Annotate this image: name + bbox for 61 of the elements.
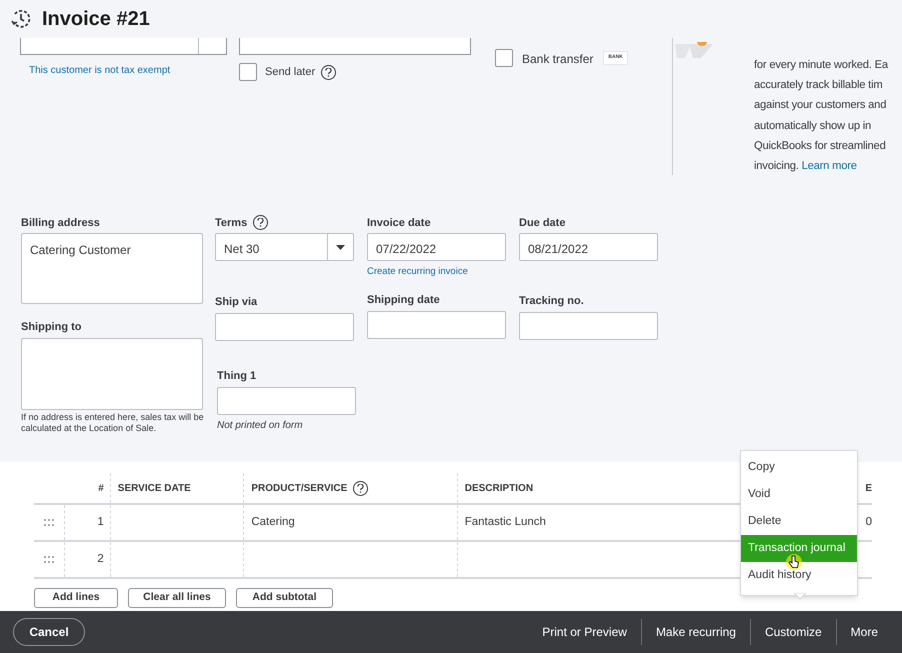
table-cell: Catering: [243, 505, 457, 540]
create-recurring-link[interactable]: Create recurring invoice: [367, 265, 468, 280]
field-label: Terms: [215, 216, 248, 229]
drag-handle-icon[interactable]: [44, 519, 54, 526]
field-label: Ship via: [215, 295, 258, 308]
tax-note: This customer is not tax exempt: [29, 64, 172, 78]
checkbox[interactable]: [495, 49, 513, 67]
menu-item[interactable]: Delete: [741, 508, 857, 535]
field-label: Billing address: [21, 216, 101, 229]
table-action-button[interactable]: Clear all lines: [128, 588, 226, 608]
field-label: Thing 1: [217, 369, 258, 382]
table-cell-text: 1: [96, 514, 105, 530]
email-field[interactable]: [239, 38, 471, 55]
table-action-button[interactable]: Add lines: [34, 588, 118, 608]
column-header: SERVICE DATE: [118, 482, 191, 496]
footer-action-button[interactable]: Customize: [750, 623, 836, 641]
footer-action-button[interactable]: Print or Preview: [528, 623, 641, 641]
table-cell: Fantastic Lunch: [456, 505, 668, 540]
invoice-date-field[interactable]: 07/22/2022: [367, 233, 506, 261]
column-header: #: [98, 482, 104, 496]
due-date-field[interactable]: 08/21/2022: [519, 233, 658, 261]
footer-action-button[interactable]: More: [836, 623, 892, 641]
help-icon[interactable]: [253, 214, 268, 230]
learn-more-link[interactable]: Learn more: [802, 160, 857, 172]
table-cell-text: 2: [96, 552, 105, 567]
address-note: If no address is entered here, sales tax will be calculated at the Location of Sale.: [21, 412, 205, 434]
ship-via-field[interactable]: [215, 313, 354, 341]
menu-item[interactable]: Copy: [741, 454, 857, 481]
menu-item[interactable]: Void: [741, 481, 857, 508]
checkbox-label: Send later: [265, 64, 316, 80]
field-label: Shipping date: [367, 293, 441, 306]
shipping-address-field[interactable]: [21, 338, 203, 410]
column-header: E: [865, 482, 872, 496]
field-label: Due date: [519, 216, 566, 229]
checkbox-label: Bank transfer: [522, 51, 594, 68]
help-icon[interactable]: [353, 480, 368, 496]
field-label: Tracking no.: [519, 294, 585, 307]
help-icon[interactable]: [321, 64, 336, 80]
table-cell-text: 0: [864, 514, 872, 530]
field-label: Shipping to: [21, 320, 82, 333]
page-title: Invoice #21: [42, 7, 150, 32]
footer-action-button[interactable]: Make recurring: [642, 623, 750, 641]
column-header: DESCRIPTION: [464, 482, 534, 496]
field-label: Invoice date: [367, 216, 432, 229]
drag-handle-icon[interactable]: [44, 556, 54, 563]
history-icon[interactable]: [10, 8, 32, 30]
shipping-date-field[interactable]: [367, 311, 506, 340]
table-action-button[interactable]: Add subtotal: [236, 588, 333, 608]
field-note: Not printed on form: [217, 419, 304, 433]
billing-address-field[interactable]: Catering Customer: [21, 233, 203, 304]
menu-item[interactable]: Audit history: [741, 562, 857, 589]
caret-icon: [336, 244, 345, 250]
tracking-no-field[interactable]: [519, 312, 658, 340]
thing-1-field[interactable]: [217, 387, 356, 415]
checkbox[interactable]: [239, 63, 257, 81]
promo-text: for every minute worked. Ea accurately track billable tim against your customers and automatically show up in QuickBooks for streamlined invoicing. Learn more: [754, 58, 890, 174]
cancel-button[interactable]: Cancel: [13, 618, 85, 646]
column-header: PRODUCT/SERVICE: [251, 482, 348, 496]
cursor-icon: [786, 554, 802, 570]
terms-dropdown[interactable]: Net 30: [215, 233, 354, 261]
customer-field[interactable]: [20, 38, 227, 55]
